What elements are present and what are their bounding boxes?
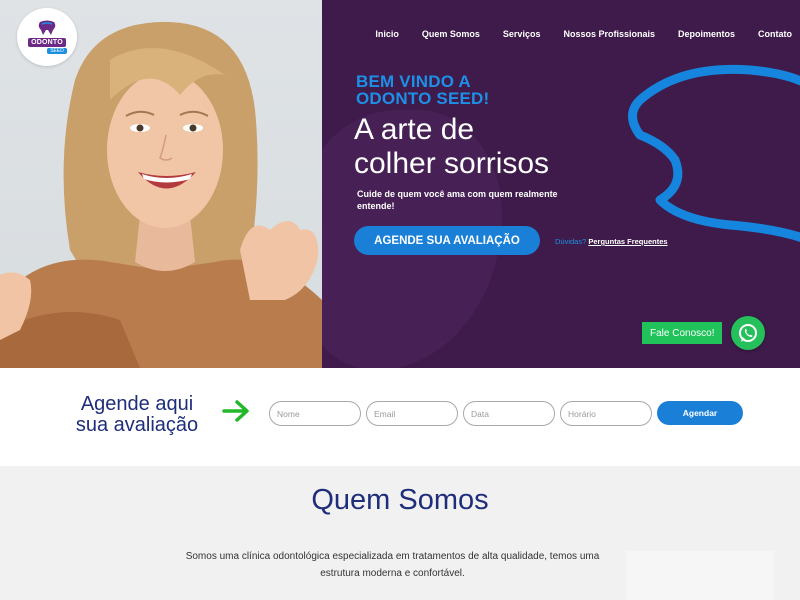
faq-link[interactable]: Perguntas Frequentes [588, 237, 667, 246]
logo-subtext: SEED [47, 48, 67, 54]
email-input[interactable] [366, 401, 458, 426]
whatsapp-icon [739, 324, 757, 342]
odonto-seed-logo[interactable]: ODONTO SEED [17, 8, 77, 66]
schedule-evaluation-button[interactable]: AGENDE SUA AVALIAÇÃO [354, 226, 540, 255]
headline-line-2: colher sorrisos [354, 147, 550, 180]
welcome-line-2: ODONTO SEED! [356, 89, 490, 108]
date-input[interactable] [463, 401, 555, 426]
nav-item-depoimentos[interactable]: Depoimentos [678, 29, 735, 39]
welcome-heading: BEM VINDO A ODONTO SEED! [356, 73, 489, 107]
nav-item-servicos[interactable]: Serviços [503, 29, 541, 39]
about-section: Quem Somos Somos uma clínica odontológic… [0, 466, 800, 600]
hero-tagline: Cuide de quem você ama com quem realment… [357, 189, 558, 211]
time-input[interactable] [560, 401, 652, 426]
booking-title: Agende aqui sua avaliação [62, 394, 212, 436]
nav-item-quem-somos[interactable]: Quem Somos [422, 29, 480, 39]
about-side-card [627, 551, 773, 600]
contact-us-button[interactable]: Fale Conosco! [642, 322, 723, 344]
nav-item-inicio[interactable]: Inicio [375, 29, 399, 39]
hero-photo: ODONTO SEED [0, 0, 322, 368]
name-input[interactable] [269, 401, 361, 426]
about-title: Quem Somos [311, 484, 489, 516]
about-text: Somos uma clínica odontológica especiali… [185, 551, 600, 579]
tooth-outline-decoration [628, 64, 800, 242]
nav-item-contato[interactable]: Contato [758, 29, 792, 39]
faq-prompt: Dúvidas? Perguntas Frequentes [555, 237, 668, 246]
booking-title-line-1: Agende aqui [80, 393, 194, 415]
booking-section: Agende aqui sua avaliação Agendar [0, 368, 800, 466]
schedule-button[interactable]: Agendar [657, 401, 743, 425]
arrow-right-icon [222, 400, 249, 422]
welcome-line-1: BEM VINDO A [356, 72, 471, 91]
logo-text: ODONTO [28, 38, 66, 47]
headline-line-1: A arte de [354, 113, 475, 146]
tooth-logo-icon [38, 20, 56, 35]
hero-section: ODONTO SEED Inicio Quem Somos Serviços N… [0, 0, 800, 368]
nav-item-profissionais[interactable]: Nossos Profissionais [563, 29, 655, 39]
booking-title-line-2: sua avaliação [75, 414, 199, 436]
whatsapp-button[interactable] [731, 316, 765, 350]
faq-question: Dúvidas? [555, 237, 587, 246]
hero-headline: A arte de colher sorrisos [354, 113, 549, 181]
main-nav: Inicio Quem Somos Serviços Nossos Profis… [352, 29, 792, 39]
